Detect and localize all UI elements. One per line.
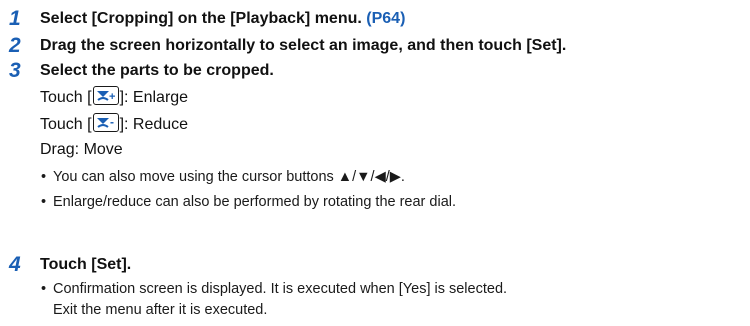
step-4: 4 Touch [Set]. • Confirmation screen is …: [0, 253, 507, 320]
svg-text:+: +: [109, 91, 115, 103]
step-title-text: Select [Cropping] on the [Playback] menu…: [40, 10, 362, 27]
step-title: Select [Cropping] on the [Playback] menu…: [40, 7, 405, 31]
bullet-text: Confirmation screen is displayed. It is …: [53, 281, 508, 297]
enlarge-line: Touch [ + ]: Enlarge: [40, 86, 456, 106]
bullet-dot: •: [41, 169, 47, 185]
bullet-dot: •: [41, 281, 47, 297]
step-2: 2 Drag the screen horizontally to select…: [0, 34, 566, 58]
svg-text:-: -: [110, 115, 114, 129]
step-title: Select the parts to be cropped.: [40, 62, 274, 79]
bullet-item: • Confirmation screen is displayed. It i…: [40, 280, 507, 299]
page-reference: (P64): [366, 10, 406, 27]
enlarge-suffix: ]: Enlarge: [119, 89, 189, 106]
step-title: Drag the screen horizontally to select a…: [40, 37, 567, 54]
bullet-continuation: Exit the menu after it is executed.: [53, 302, 268, 318]
step-1: 1 Select [Cropping] on the [Playback] me…: [0, 7, 405, 31]
bullet-item: • You can also move using the cursor but…: [40, 168, 456, 187]
zoom-out-icon: -: [92, 113, 119, 132]
bullet-text: You can also move using the cursor butto…: [53, 169, 405, 185]
enlarge-prefix: Touch [: [40, 89, 92, 106]
bullet-dot: •: [41, 194, 47, 210]
drag-line: Drag: Move: [40, 141, 123, 158]
step-number: 1: [9, 7, 21, 30]
step-number: 4: [9, 253, 21, 276]
step-number: 2: [9, 34, 21, 57]
bullet-item: • Enlarge/reduce can also be performed b…: [40, 193, 456, 212]
step-title: Touch [Set].: [40, 256, 132, 273]
zoom-in-icon: +: [92, 86, 119, 105]
bullet-text: Enlarge/reduce can also be performed by …: [53, 194, 457, 210]
step-3: 3 Select the parts to be cropped. Touch …: [0, 59, 456, 212]
step-number: 3: [9, 59, 21, 82]
reduce-suffix: ]: Reduce: [119, 116, 189, 133]
reduce-prefix: Touch [: [40, 116, 92, 133]
reduce-line: Touch [ - ]: Reduce: [40, 113, 456, 133]
